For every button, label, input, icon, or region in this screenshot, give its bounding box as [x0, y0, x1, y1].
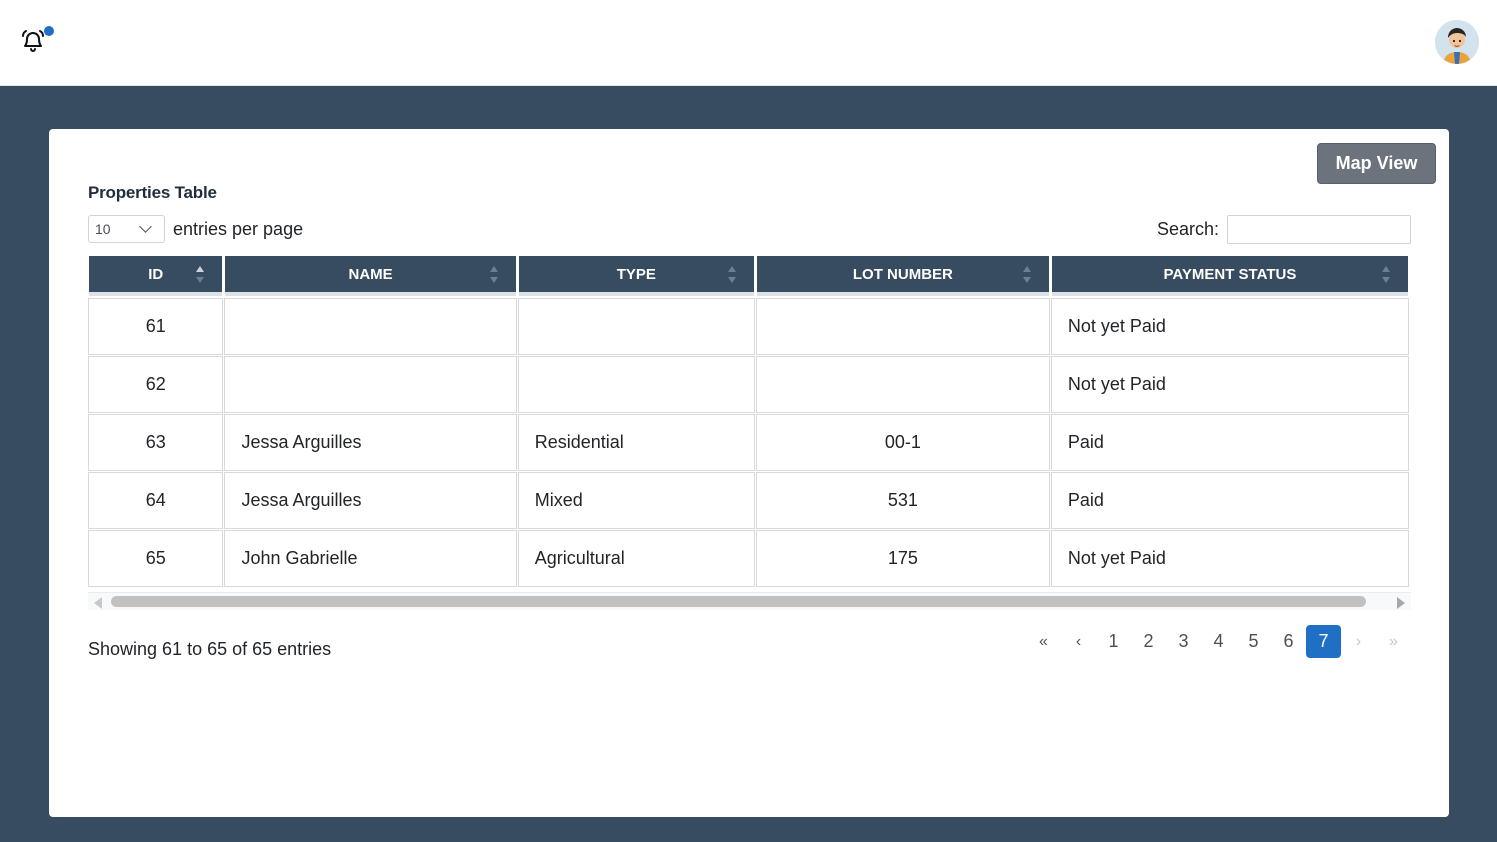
sort-icon[interactable]: [727, 266, 736, 286]
scroll-left-arrow-icon[interactable]: [94, 597, 102, 609]
cell-payment-status: Paid: [1052, 415, 1408, 470]
cell-type: [519, 299, 754, 354]
horizontal-scrollbar[interactable]: [88, 592, 1411, 610]
cell-name: Jessa Arguilles: [225, 473, 515, 528]
table-header-row: ID NAME TYPE LOT NUMBER PAYMENT STATUS: [89, 256, 1408, 296]
search-box: Search:: [1157, 215, 1411, 244]
cell-lot-number: [757, 357, 1049, 412]
cell-id: 62: [89, 357, 222, 412]
cell-payment-status: Paid: [1052, 473, 1408, 528]
column-header-label: LOT NUMBER: [852, 265, 953, 283]
properties-table: ID NAME TYPE LOT NUMBER PAYMENT STATUS 6…: [88, 254, 1411, 589]
search-input[interactable]: [1227, 215, 1411, 244]
cell-type: Mixed: [519, 473, 754, 528]
cell-id: 61: [89, 299, 222, 354]
table-title: Properties Table: [88, 183, 217, 202]
page-button-4[interactable]: 4: [1201, 625, 1236, 658]
cell-name: Jessa Arguilles: [225, 415, 515, 470]
page-button-3[interactable]: 3: [1166, 625, 1201, 658]
cell-name: John Gabrielle: [225, 531, 515, 586]
page-button-2[interactable]: 2: [1131, 625, 1166, 658]
entries-per-page-label: entries per page: [173, 218, 304, 239]
cell-type: [519, 357, 754, 412]
scrollbar-thumb[interactable]: [111, 596, 1366, 607]
first-page-button[interactable]: «: [1026, 625, 1061, 658]
column-header-name[interactable]: NAME: [225, 256, 516, 296]
column-header-label: PAYMENT STATUS: [1163, 265, 1297, 283]
column-header-payment-status[interactable]: PAYMENT STATUS: [1051, 256, 1408, 296]
cell-name: [225, 299, 515, 354]
cell-lot-number: 175: [757, 531, 1049, 586]
column-header-lot-number[interactable]: LOT NUMBER: [756, 256, 1049, 296]
sort-icon[interactable]: [1382, 266, 1390, 286]
showing-entries-info: Showing 61 to 65 of 65 entries: [88, 639, 332, 659]
column-header-label: NAME: [348, 265, 393, 283]
notification-bell-icon[interactable]: [20, 28, 46, 54]
entries-per-page: 10 entries per page: [88, 215, 303, 243]
cell-lot-number: 00-1: [757, 415, 1049, 470]
column-header-label: ID: [148, 265, 164, 283]
cell-payment-status: Not yet Paid: [1052, 299, 1408, 354]
table-row[interactable]: 61 Not yet Paid: [89, 299, 1408, 354]
table-row[interactable]: 65 John Gabrielle Agricultural 175 Not y…: [89, 531, 1408, 586]
entries-per-page-select[interactable]: 10: [88, 215, 165, 243]
cell-name: [225, 357, 515, 412]
scroll-right-arrow-icon[interactable]: [1397, 597, 1405, 609]
pagination: « ‹ 1 2 3 4 5 6 7 › »: [1026, 625, 1411, 658]
previous-page-button[interactable]: ‹: [1061, 625, 1096, 658]
page-button-6[interactable]: 6: [1271, 625, 1306, 658]
table-row[interactable]: 63 Jessa Arguilles Residential 00-1 Paid: [89, 415, 1408, 470]
search-label: Search:: [1156, 219, 1219, 239]
column-header-type[interactable]: TYPE: [518, 256, 754, 296]
properties-card: Map View Properties Table 10 entries per…: [49, 129, 1449, 817]
cell-id: 64: [89, 473, 222, 528]
cell-id: 63: [89, 415, 222, 470]
top-navbar: [0, 0, 1497, 86]
cell-payment-status: Not yet Paid: [1052, 531, 1408, 586]
sort-icon[interactable]: [489, 266, 498, 286]
table-row[interactable]: 64 Jessa Arguilles Mixed 531 Paid: [89, 473, 1408, 528]
properties-table-wrapper: ID NAME TYPE LOT NUMBER PAYMENT STATUS 6…: [88, 254, 1411, 611]
last-page-button[interactable]: »: [1376, 625, 1411, 658]
column-header-id[interactable]: ID: [89, 256, 223, 296]
user-avatar-icon[interactable]: [1435, 20, 1479, 64]
notification-dot: [44, 26, 54, 36]
cell-lot-number: [757, 299, 1049, 354]
table-row[interactable]: 62 Not yet Paid: [89, 357, 1408, 412]
cell-type: Agricultural: [519, 531, 754, 586]
page-button-7-current[interactable]: 7: [1306, 625, 1341, 658]
next-page-button[interactable]: ›: [1341, 625, 1376, 658]
page-button-1[interactable]: 1: [1096, 625, 1131, 658]
sort-icon[interactable]: [1022, 266, 1031, 286]
sort-ascending-icon[interactable]: [196, 266, 205, 286]
map-view-button[interactable]: Map View: [1317, 143, 1436, 184]
cell-type: Residential: [519, 415, 754, 470]
chevron-down-icon: [139, 220, 152, 233]
page-button-5[interactable]: 5: [1236, 625, 1271, 658]
cell-id: 65: [89, 531, 222, 586]
entries-selected-value: 10: [95, 221, 111, 237]
cell-lot-number: 531: [757, 473, 1049, 528]
column-header-label: TYPE: [616, 265, 656, 283]
cell-payment-status: Not yet Paid: [1052, 357, 1408, 412]
